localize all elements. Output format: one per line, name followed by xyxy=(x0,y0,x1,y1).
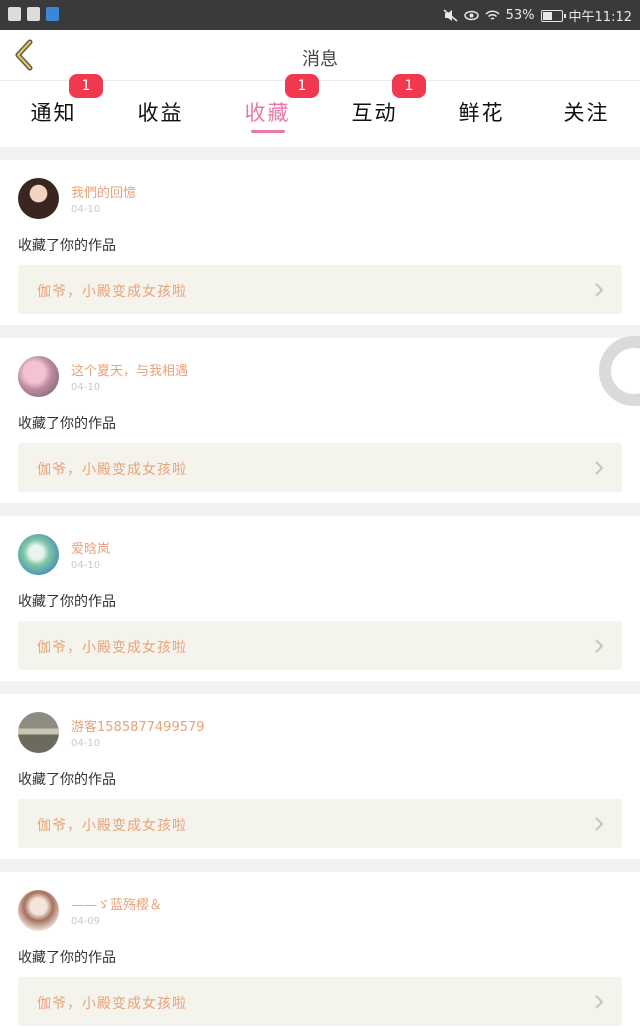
message-date: 04-09 xyxy=(71,916,101,927)
user-name[interactable]: ——ゞ蓝殇樱＆ xyxy=(71,894,162,913)
list-item: 游客1585877499579 04-10 收藏了你的作品 伽爷，小殿变成女孩啦 xyxy=(0,694,640,859)
page-title: 消息 xyxy=(302,49,338,70)
tab-label: 通知 xyxy=(30,101,77,125)
work-title: 伽爷，小殿变成女孩啦 xyxy=(37,996,187,1012)
message-date: 04-10 xyxy=(71,382,101,393)
tab-favorites[interactable]: 收藏 1 xyxy=(214,74,321,147)
system-icons: 53% 中午11:12 xyxy=(443,6,632,25)
tab-interactions[interactable]: 互动 1 xyxy=(321,74,428,147)
work-link[interactable]: 伽爷，小殿变成女孩啦 xyxy=(18,977,622,1026)
app-icon xyxy=(46,7,59,21)
list-item: 这个夏天，与我相遇 04-10 收藏了你的作品 伽爷，小殿变成女孩啦 xyxy=(0,338,640,503)
clock: 中午11:12 xyxy=(568,10,632,25)
chevron-right-icon xyxy=(595,639,604,653)
avatar[interactable] xyxy=(18,178,59,219)
eye-icon xyxy=(463,10,479,21)
work-title: 伽爷，小殿变成女孩啦 xyxy=(37,284,187,300)
tab-bar: 通知 1 收益 收藏 1 互动 1 鲜花 关注 xyxy=(0,74,640,147)
chevron-right-icon xyxy=(595,995,604,1009)
message-date: 04-10 xyxy=(71,204,101,215)
work-link[interactable]: 伽爷，小殿变成女孩啦 xyxy=(18,621,622,670)
shopping-bag-icon xyxy=(8,7,21,21)
chevron-right-icon xyxy=(595,461,604,475)
battery-icon xyxy=(540,9,566,22)
message-date: 04-10 xyxy=(71,738,101,749)
notification-icons xyxy=(8,7,59,21)
avatar[interactable] xyxy=(18,356,59,397)
unread-badge: 1 xyxy=(392,74,426,98)
tab-label: 收藏 xyxy=(244,101,291,125)
work-title: 伽爷，小殿变成女孩啦 xyxy=(37,462,187,478)
battery-percent: 53% xyxy=(505,8,535,23)
tab-label: 收益 xyxy=(137,101,184,125)
user-name[interactable]: 这个夏天，与我相遇 xyxy=(71,360,188,379)
work-title: 伽爷，小殿变成女孩啦 xyxy=(37,818,187,834)
user-name[interactable]: 爱晗岚 xyxy=(71,538,110,557)
message-action: 收藏了你的作品 xyxy=(18,594,116,610)
user-name[interactable]: 我們的回憶 xyxy=(71,182,136,201)
avatar[interactable] xyxy=(18,712,59,753)
message-date: 04-10 xyxy=(71,560,101,571)
message-action: 收藏了你的作品 xyxy=(18,772,116,788)
tab-notifications[interactable]: 通知 1 xyxy=(0,74,107,147)
avatar[interactable] xyxy=(18,534,59,575)
tab-label: 互动 xyxy=(351,101,398,125)
tab-earnings[interactable]: 收益 xyxy=(107,81,214,147)
message-action: 收藏了你的作品 xyxy=(18,416,116,432)
work-link[interactable]: 伽爷，小殿变成女孩啦 xyxy=(18,799,622,848)
user-name[interactable]: 游客1585877499579 xyxy=(71,716,205,735)
work-link[interactable]: 伽爷，小殿变成女孩啦 xyxy=(18,443,622,492)
tab-flowers[interactable]: 鲜花 xyxy=(428,81,535,147)
avatar[interactable] xyxy=(18,890,59,931)
list-item: 爱晗岚 04-10 收藏了你的作品 伽爷，小殿变成女孩啦 xyxy=(0,516,640,681)
active-tab-indicator xyxy=(250,130,285,133)
chevron-right-icon xyxy=(595,817,604,831)
work-title: 伽爷，小殿变成女孩啦 xyxy=(37,640,187,656)
work-link[interactable]: 伽爷，小殿变成女孩啦 xyxy=(18,265,622,314)
tab-label: 鲜花 xyxy=(458,101,505,125)
chevron-right-icon xyxy=(595,283,604,297)
list-item: 我們的回憶 04-10 收藏了你的作品 伽爷，小殿变成女孩啦 xyxy=(0,160,640,325)
list-item: ——ゞ蓝殇樱＆ 04-09 收藏了你的作品 伽爷，小殿变成女孩啦 xyxy=(0,872,640,1032)
shopping-bag-icon xyxy=(27,7,40,21)
message-action: 收藏了你的作品 xyxy=(18,238,116,254)
message-action: 收藏了你的作品 xyxy=(18,950,116,966)
wifi-icon xyxy=(485,10,500,20)
mute-icon xyxy=(443,9,458,22)
tab-label: 关注 xyxy=(563,101,610,125)
tab-following[interactable]: 关注 xyxy=(533,81,640,147)
unread-badge: 1 xyxy=(285,74,319,98)
unread-badge: 1 xyxy=(69,74,103,98)
status-bar: 53% 中午11:12 xyxy=(0,0,640,30)
